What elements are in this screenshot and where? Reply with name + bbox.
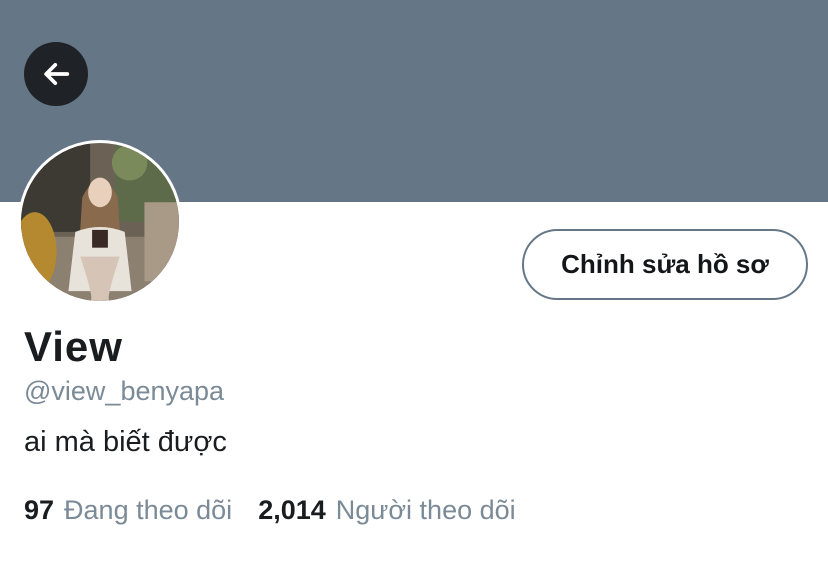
edit-profile-button[interactable]: Chỉnh sửa hồ sơ [522,229,808,300]
display-name: View [24,323,123,370]
avatar[interactable] [18,140,182,304]
avatar-photo [21,143,179,301]
followers-label: Người theo dõi [335,495,516,525]
username-handle: @view_benyapa [24,376,225,406]
follow-stats: 97 Đang theo dõi 2,014 Người theo dõi [24,495,516,526]
profile-bio: ai mà biết được [24,426,227,458]
following-stat[interactable]: 97 Đang theo dõi [24,495,232,526]
followers-stat[interactable]: 2,014 Người theo dõi [258,495,515,526]
profile-page: Chỉnh sửa hồ sơ View @view_benyapa ai mà… [0,0,828,567]
back-button[interactable] [24,42,88,106]
following-count: 97 [24,495,55,525]
following-label: Đang theo dõi [64,495,233,525]
followers-count: 2,014 [258,495,326,525]
arrow-left-icon [44,62,70,86]
